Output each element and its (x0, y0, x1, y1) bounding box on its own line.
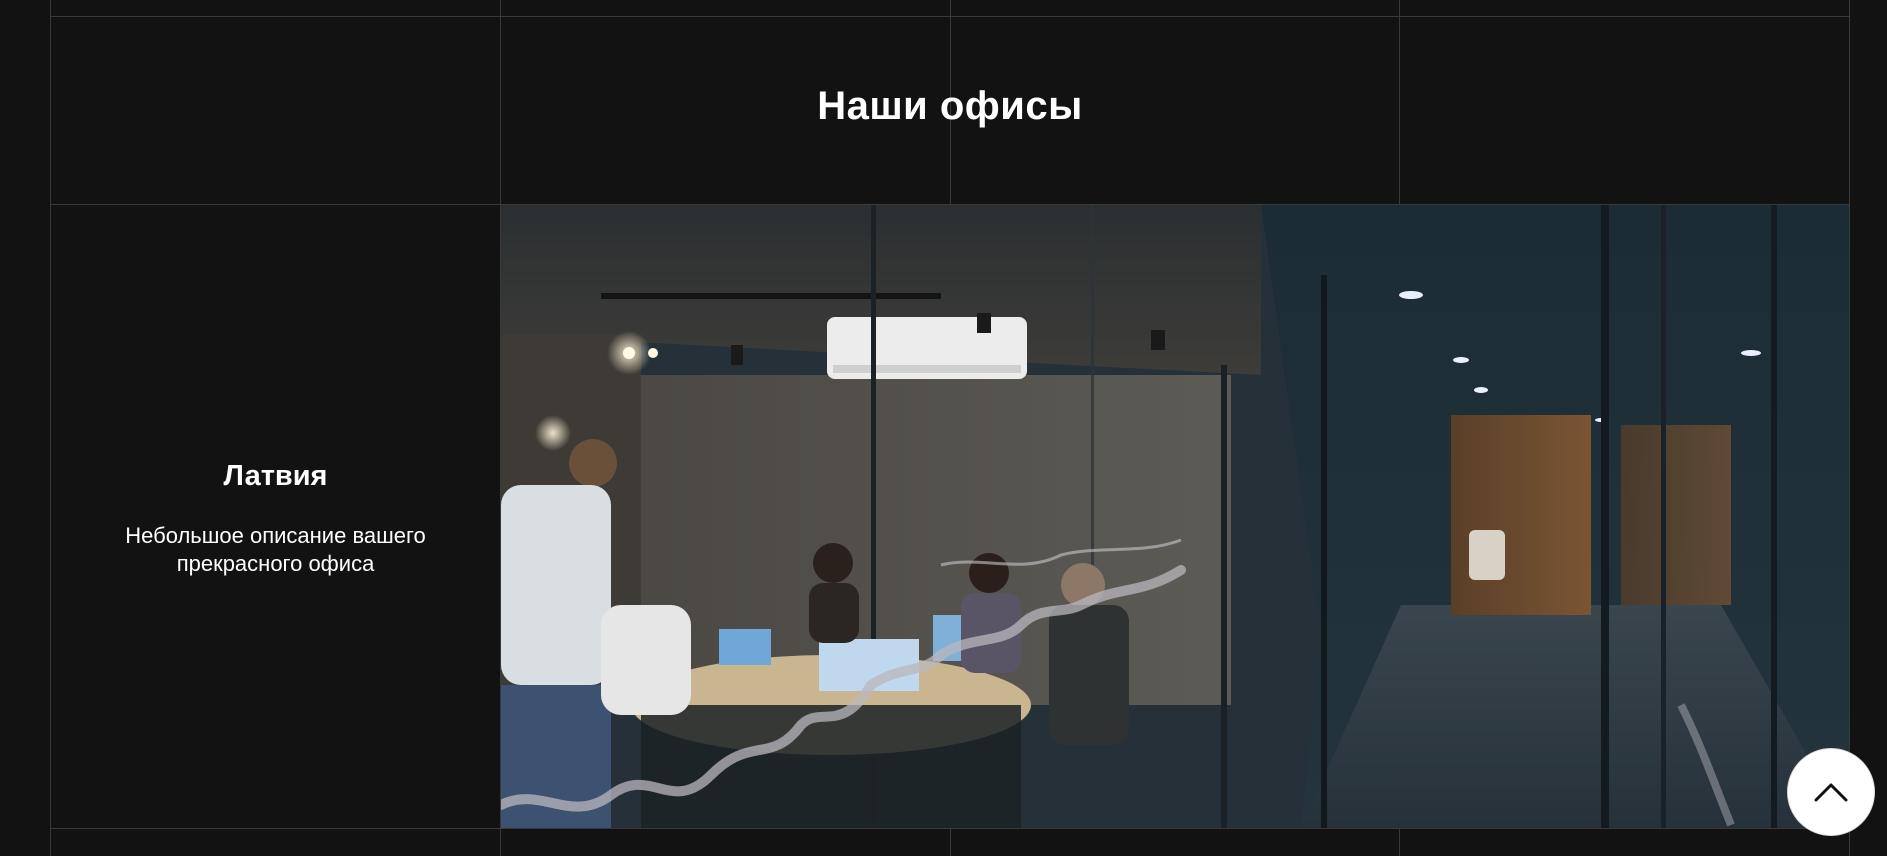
section-title: Наши офисы (817, 84, 1083, 128)
grid-line (50, 828, 1849, 829)
office-card: Латвия Небольшое описание вашего прекрас… (51, 205, 500, 828)
office-name: Латвия (223, 460, 328, 492)
office-description: Небольшое описание вашего прекрасного оф… (125, 523, 426, 576)
page: Наши офисы Латвия Небольшое описание ваш… (0, 0, 1887, 856)
grid-line (1849, 0, 1850, 856)
office-photo (501, 205, 1849, 828)
grid-line (50, 16, 1849, 17)
chevron-up-icon (1814, 783, 1848, 802)
scroll-to-top-button[interactable] (1787, 748, 1875, 836)
